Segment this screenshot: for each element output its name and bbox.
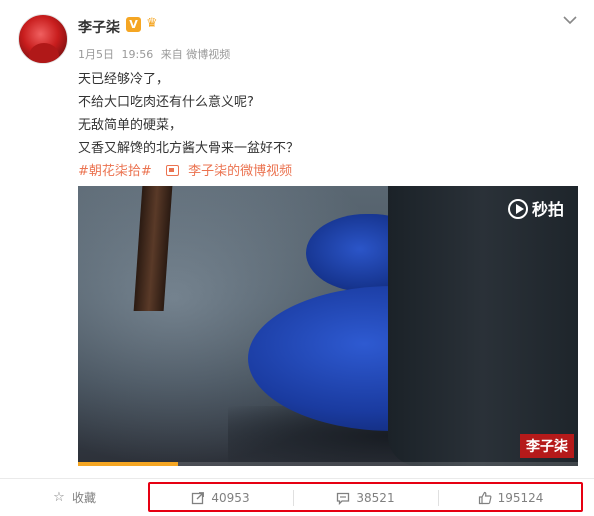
favorite-label: 收藏 (71, 491, 96, 505)
post-date[interactable]: 1月5日 (78, 48, 114, 61)
user-name[interactable]: 李子柒 (78, 17, 120, 37)
video-player[interactable]: 秒拍 李子柒 (78, 186, 578, 466)
post-tags: #朝花柒拾# 李子柒的微博视频 (78, 160, 292, 179)
weibo-post: 李子柒 V ♛ 1月5日 19:56 来自 微博视频 天已经够冷了， 不给大口吃… (0, 0, 594, 516)
favorite-button[interactable]: ☆ 收藏 (0, 479, 148, 516)
post-source: 来自 微博视频 (160, 48, 231, 61)
miaopai-brand: 秒拍 (531, 200, 564, 219)
post-meta: 1月5日 19:56 来自 微博视频 (78, 46, 234, 62)
post-time[interactable]: 19:56 (122, 48, 154, 61)
video-progress-fill (78, 462, 178, 466)
miaopai-logo: 秒拍 (507, 196, 564, 220)
video-frame-pants (388, 186, 578, 466)
video-progress-bar[interactable] (78, 462, 578, 466)
stats-highlight-box (148, 482, 583, 512)
play-icon (507, 199, 528, 219)
hashtag-link[interactable]: #朝花柒拾# (78, 164, 152, 179)
post-line: 天已经够冷了， (78, 72, 170, 87)
post-line: 又香又解馋的北方酱大骨来一盆好不？ (78, 141, 300, 156)
video-link-icon (165, 165, 179, 176)
post-text: 天已经够冷了， 不给大口吃肉还有什么意义呢? 无敌简单的硬菜， 又香又解馋的北方… (78, 68, 568, 160)
avatar[interactable] (18, 14, 68, 64)
post-line: 不给大口吃肉还有什么意义呢? (78, 95, 254, 110)
verified-icon: V (126, 17, 141, 32)
post-line: 无敌简单的硬菜， (78, 118, 183, 133)
video-watermark: 李子柒 (520, 434, 574, 458)
chevron-down-icon[interactable] (562, 14, 578, 26)
video-link[interactable]: 李子柒的微博视频 (188, 164, 292, 179)
star-icon: ☆ (53, 489, 65, 505)
member-crown-icon: ♛ (146, 16, 158, 31)
